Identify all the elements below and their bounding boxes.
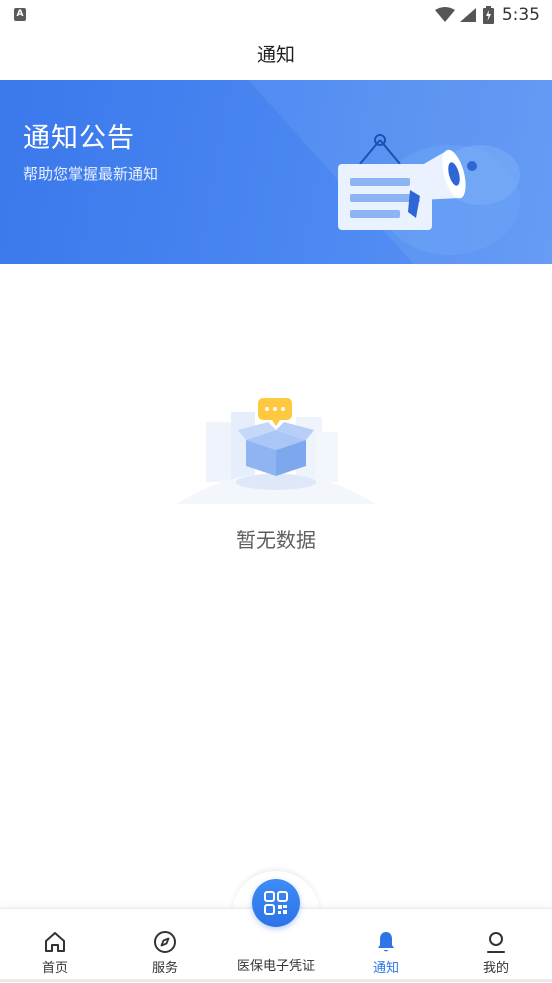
- tab-home-label: 首页: [41, 961, 68, 976]
- banner-subtitle: 帮助您掌握最新通知: [23, 165, 159, 183]
- home-icon: [45, 932, 65, 952]
- wifi-icon: [434, 7, 455, 22]
- signal-icon: [459, 8, 476, 22]
- compass-icon: [154, 931, 176, 953]
- qr-code-icon: [264, 891, 288, 915]
- tab-notice[interactable]: 通知: [331, 920, 441, 980]
- status-time: 5:35: [501, 5, 540, 25]
- banner-title: 通知公告: [23, 123, 135, 154]
- tab-service[interactable]: 服务: [110, 920, 220, 980]
- empty-state-text: 暂无数据: [236, 528, 316, 552]
- megaphone-icon: [338, 134, 520, 255]
- tab-service-label: 服务: [151, 961, 178, 976]
- qr-code-button[interactable]: [252, 879, 300, 927]
- nav-bar: 通知: [0, 30, 552, 80]
- tab-medical-voucher-label[interactable]: 医保电子凭证: [220, 955, 332, 974]
- status-icons: 5:35: [434, 3, 540, 27]
- page-title: 通知: [256, 44, 295, 66]
- notification-app-icon: A: [14, 8, 26, 21]
- bell-icon: [378, 932, 394, 952]
- notice-banner: 通知公告 帮助您掌握最新通知: [0, 80, 552, 264]
- battery-icon: [482, 6, 494, 24]
- tab-home[interactable]: 首页: [0, 920, 110, 980]
- tab-mine-label: 我的: [482, 961, 509, 976]
- user-icon: [487, 932, 505, 953]
- empty-box-icon: [176, 398, 376, 504]
- tab-mine[interactable]: 我的: [441, 920, 551, 980]
- status-bar: A 5:35: [0, 0, 552, 30]
- tab-notice-label: 通知: [372, 961, 399, 976]
